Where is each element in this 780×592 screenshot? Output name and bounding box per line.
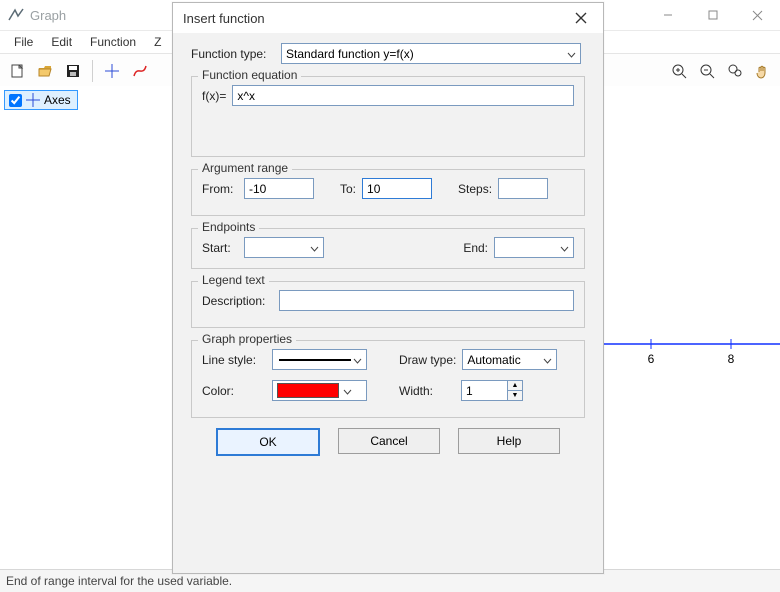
- pan-hand-icon[interactable]: [752, 60, 774, 82]
- ok-button[interactable]: OK: [216, 428, 320, 456]
- chevron-down-icon: [310, 241, 319, 255]
- group-title: Endpoints: [198, 220, 259, 234]
- chevron-down-icon: [343, 384, 352, 398]
- chevron-down-icon: [560, 241, 569, 255]
- drawtype-label: Draw type:: [399, 353, 456, 367]
- from-label: From:: [202, 182, 238, 196]
- left-pane: Axes: [0, 86, 181, 570]
- color-label: Color:: [202, 384, 266, 398]
- width-spinner[interactable]: ▲▼: [461, 380, 523, 401]
- insert-function-dialog: Insert function Function type: Standard …: [172, 2, 604, 574]
- new-icon[interactable]: [6, 60, 28, 82]
- minimize-button[interactable]: [645, 0, 690, 30]
- spin-up-icon[interactable]: ▲: [508, 381, 522, 390]
- width-input[interactable]: [461, 380, 507, 401]
- color-combo[interactable]: [272, 380, 367, 401]
- toolbar-separator: [92, 60, 93, 82]
- group-title: Function equation: [198, 68, 301, 82]
- insert-function-icon[interactable]: [129, 60, 151, 82]
- fx-input[interactable]: [232, 85, 574, 106]
- chevron-down-icon: [543, 353, 552, 367]
- axes-label: Axes: [44, 93, 71, 107]
- drawtype-combo[interactable]: Automatic: [462, 349, 557, 370]
- group-title: Legend text: [198, 273, 269, 287]
- dialog-close-button[interactable]: [569, 6, 593, 30]
- line-preview: [279, 359, 351, 361]
- help-button[interactable]: Help: [458, 428, 560, 454]
- cancel-button[interactable]: Cancel: [338, 428, 440, 454]
- function-type-combo[interactable]: Standard function y=f(x): [281, 43, 581, 64]
- menu-edit[interactable]: Edit: [43, 33, 80, 51]
- from-input[interactable]: [244, 178, 314, 199]
- description-label: Description:: [202, 294, 273, 308]
- menu-function[interactable]: Function: [82, 33, 144, 51]
- linestyle-label: Line style:: [202, 353, 266, 367]
- menu-file[interactable]: File: [6, 33, 41, 51]
- zoom-out-icon[interactable]: [696, 60, 718, 82]
- steps-input[interactable]: [498, 178, 548, 199]
- steps-label: Steps:: [458, 182, 492, 196]
- function-type-label: Function type:: [191, 47, 275, 61]
- start-label: Start:: [202, 241, 238, 255]
- axis-tick-label: 6: [648, 352, 655, 366]
- dialog-button-bar: OK Cancel Help: [191, 428, 585, 456]
- endpoints-group: Endpoints Start: End:: [191, 228, 585, 269]
- save-icon[interactable]: [62, 60, 84, 82]
- argument-range-group: Argument range From: To: Steps:: [191, 169, 585, 216]
- chevron-down-icon: [567, 47, 576, 61]
- crosshair-icon[interactable]: [101, 60, 123, 82]
- app-title: Graph: [30, 8, 66, 23]
- axes-checkbox[interactable]: [9, 94, 22, 107]
- function-type-value: Standard function y=f(x): [286, 47, 414, 61]
- spin-down-icon[interactable]: ▼: [508, 390, 522, 400]
- description-input[interactable]: [279, 290, 574, 311]
- dialog-titlebar[interactable]: Insert function: [173, 3, 603, 33]
- width-label: Width:: [399, 384, 433, 398]
- app-window: Graph File Edit Function Z Axes: [0, 0, 780, 592]
- axes-tree-item[interactable]: Axes: [4, 90, 78, 110]
- status-text: End of range interval for the used varia…: [6, 574, 232, 588]
- end-combo[interactable]: [494, 237, 574, 258]
- dialog-title: Insert function: [183, 11, 265, 26]
- function-equation-group: Function equation f(x)=: [191, 76, 585, 157]
- group-title: Graph properties: [198, 332, 296, 346]
- zoom-in-icon[interactable]: [668, 60, 690, 82]
- linestyle-combo[interactable]: [272, 349, 367, 370]
- menu-z[interactable]: Z: [146, 33, 169, 51]
- start-combo[interactable]: [244, 237, 324, 258]
- maximize-button[interactable]: [690, 0, 735, 30]
- axis-tick-label: 8: [728, 352, 735, 366]
- to-label: To:: [340, 182, 356, 196]
- legend-text-group: Legend text Description:: [191, 281, 585, 328]
- close-window-button[interactable]: [735, 0, 780, 30]
- chevron-down-icon: [353, 353, 362, 367]
- fx-label: f(x)=: [202, 89, 226, 103]
- to-input[interactable]: [362, 178, 432, 199]
- app-logo-icon: [8, 7, 24, 23]
- end-label: End:: [463, 241, 488, 255]
- axes-icon: [26, 93, 40, 107]
- graph-properties-group: Graph properties Line style: Draw type: …: [191, 340, 585, 418]
- color-swatch: [277, 383, 339, 398]
- group-title: Argument range: [198, 161, 292, 175]
- zoom-fit-icon[interactable]: [724, 60, 746, 82]
- open-icon[interactable]: [34, 60, 56, 82]
